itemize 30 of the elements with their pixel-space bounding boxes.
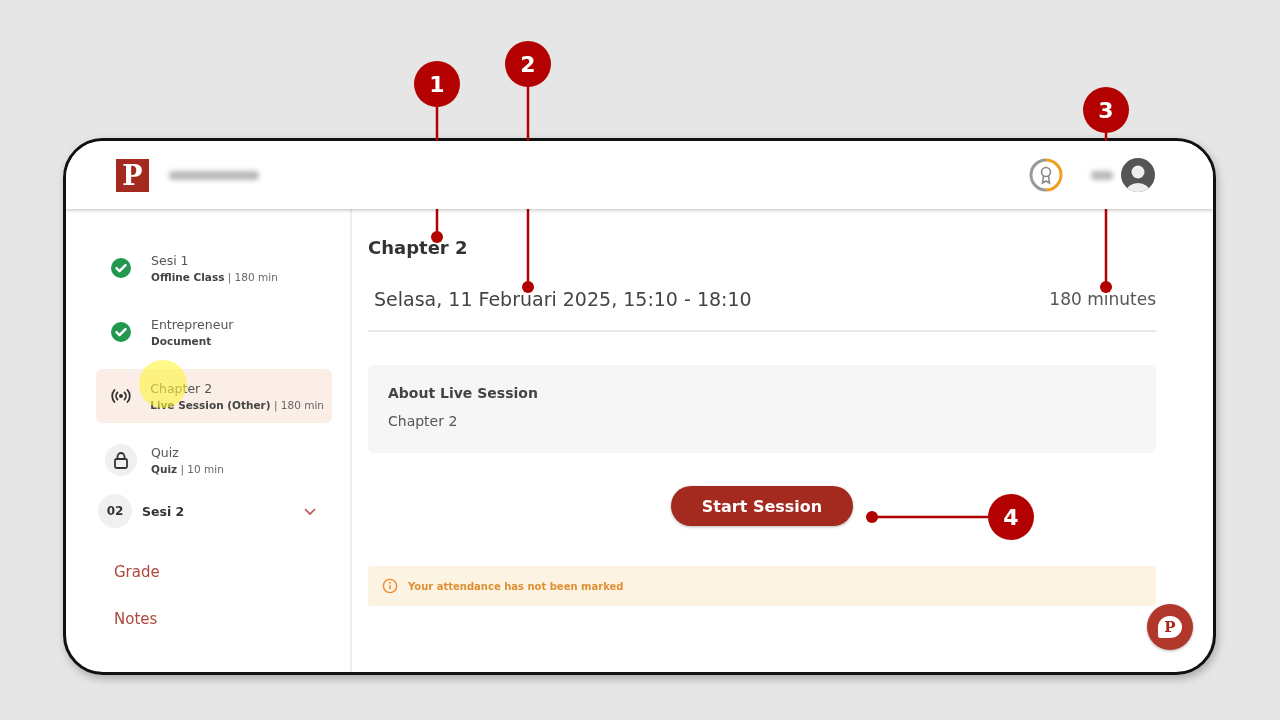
info-icon [382, 578, 398, 594]
check-circle-icon [110, 257, 132, 279]
alert-text: Your attendance has not been marked [408, 580, 624, 592]
check-circle-icon [110, 321, 132, 343]
lesson-title: Quiz [151, 445, 180, 460]
lesson-meta: Offline Class | 180 min [151, 271, 278, 283]
about-heading: About Live Session [388, 385, 539, 401]
lesson-item[interactable]: Sesi 1 Offline Class | 180 min [96, 241, 332, 295]
lesson-item[interactable]: Quiz Quiz | 10 min [96, 433, 332, 487]
lock-icon [105, 444, 137, 476]
section-number: 02 [98, 494, 132, 528]
award-icon[interactable] [1029, 158, 1063, 192]
lesson-item[interactable]: Entrepreneur Document [96, 305, 332, 359]
broadcast-icon [109, 388, 132, 404]
chevron-icon[interactable] [302, 505, 318, 517]
lesson-meta: Live Session (Other) | 180 min [150, 399, 324, 411]
lesson-meta: Document [151, 335, 213, 347]
chat-button[interactable]: P [1147, 604, 1193, 650]
start-session-button[interactable]: Start Session [671, 486, 853, 526]
lesson-title: Sesi 1 [151, 253, 190, 268]
avatar-icon[interactable] [1121, 158, 1155, 192]
section-header[interactable]: 02 Sesi 2 [96, 491, 332, 531]
section-title: Sesi 2 [142, 503, 186, 519]
nav-link[interactable]: Grade [114, 563, 332, 581]
nav-link[interactable]: Notes [114, 610, 332, 628]
about-text: Chapter 2 [388, 413, 459, 429]
logo[interactable]: P [116, 158, 149, 192]
lesson-meta: Quiz | 10 min [151, 463, 224, 475]
lesson-title: Entrepreneur [151, 317, 234, 332]
blurred-user-name [1091, 170, 1113, 180]
